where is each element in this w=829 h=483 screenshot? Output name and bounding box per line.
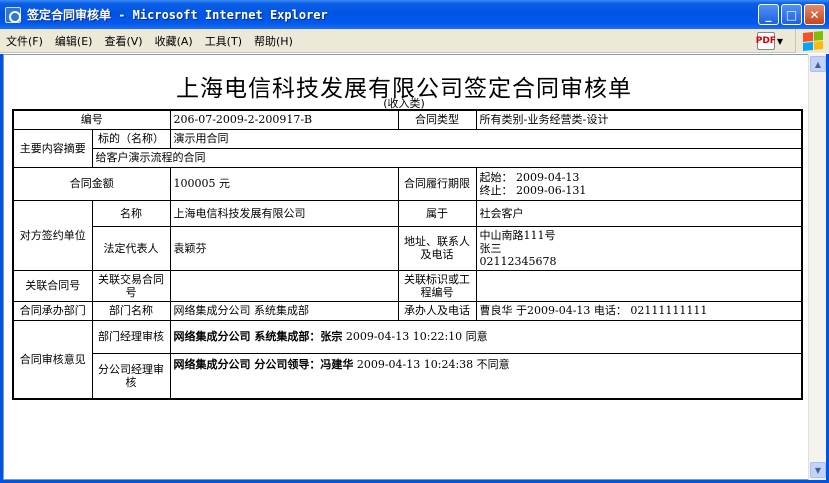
value-number: 206-07-2009-2-200917-B <box>169 109 399 130</box>
period-end: 终止： 2009-06-131 <box>479 183 587 197</box>
dept-manager-time: 2009-04-13 10:22:10 同意 <box>342 330 488 343</box>
value-phone: 02112345678 <box>479 254 557 268</box>
windows-logo <box>795 29 829 53</box>
label-amount: 合同金额 <box>12 166 171 201</box>
value-handler: 曹良华 于2009-04-13 电话： 02111111111 <box>475 300 803 321</box>
value-address: 中山南路111号 <box>479 228 556 242</box>
value-address-contact: 中山南路111号 张三 02112345678 <box>475 225 803 271</box>
close-button[interactable]: ✕ <box>804 4 825 25</box>
label-related-project: 关联标识或工程编号 <box>397 269 477 302</box>
value-branch-manager: 网络集成分公司 分公司领导：冯建华 2009-04-13 10:24:38 不同… <box>169 352 803 400</box>
label-dept-undertake: 合同承办部门 <box>12 300 93 321</box>
window-controls: _ □ ✕ <box>758 4 825 25</box>
value-dept-manager: 网络集成分公司 系统集成部：张宗 2009-04-13 10:22:10 同意 <box>169 319 803 354</box>
menu-right-area: PDF ▼ <box>756 29 829 53</box>
label-subject: 标的（名称） <box>91 128 171 149</box>
label-branch-manager: 分公司经理审核 <box>91 352 171 400</box>
page-content: 上海电信科技发展有限公司签定合同审核单 (收入类) 编号 206-07-2009… <box>3 54 810 480</box>
menu-file[interactable]: 文件(F) <box>6 33 43 49</box>
scroll-down-icon[interactable]: ▼ <box>810 462 826 478</box>
table-row: 对方签约单位 名称 上海电信科技发展有限公司 属于 社会客户 <box>12 199 803 271</box>
label-dept-name: 部门名称 <box>91 300 171 321</box>
table-row: 合同承办部门 部门名称 网络集成分公司 系统集成部 承办人及电话 曹良华 于20… <box>12 300 803 321</box>
label-review: 合同审核意见 <box>12 319 93 400</box>
label-counterparty: 对方签约单位 <box>12 199 93 271</box>
label-name: 名称 <box>91 199 171 227</box>
chevron-down-icon[interactable]: ▼ <box>777 37 783 46</box>
label-summary: 主要内容摘要 <box>12 128 93 168</box>
value-counterparty-name: 上海电信科技发展有限公司 <box>169 199 399 227</box>
value-contract-type: 所有类别-业务经营类-设计 <box>475 109 803 130</box>
review-form-table: 编号 206-07-2009-2-200917-B 合同类型 所有类别-业务经营… <box>12 109 803 400</box>
menu-bar: 文件(F) 编辑(E) 查看(V) 收藏(A) 工具(T) 帮助(H) PDF … <box>0 29 829 53</box>
value-period: 起始： 2009-04-13 终止： 2009-06-131 <box>475 166 803 201</box>
label-handler: 承办人及电话 <box>397 300 477 321</box>
value-subject: 演示用合同 <box>169 128 803 149</box>
table-row: 合同审核意见 部门经理审核 网络集成分公司 系统集成部：张宗 2009-04-1… <box>12 319 803 400</box>
menu-edit[interactable]: 编辑(E) <box>55 33 93 49</box>
title-bar: 签定合同审核单 - Microsoft Internet Explorer _ … <box>0 0 829 29</box>
value-related-project <box>475 269 803 302</box>
table-row: 法定代表人 袁颖芬 地址、联系人及电话 中山南路111号 张三 02112345… <box>13 225 803 271</box>
label-contract-type: 合同类型 <box>397 109 477 130</box>
value-belongs: 社会客户 <box>475 199 803 227</box>
ie-icon <box>5 6 21 23</box>
branch-manager-signer: 网络集成分公司 分公司领导：冯建华 <box>173 357 354 371</box>
menu-favorites[interactable]: 收藏(A) <box>155 33 193 49</box>
window-title: 签定合同审核单 - Microsoft Internet Explorer <box>27 8 328 22</box>
table-row: 合同金额 100005 元 合同履行期限 起始： 2009-04-13 终止： … <box>12 166 803 201</box>
pdf-icon[interactable]: PDF <box>756 32 776 50</box>
value-amount: 100005 元 <box>169 166 399 201</box>
label-number: 编号 <box>12 109 171 130</box>
label-address-contact: 地址、联系人及电话 <box>397 225 477 271</box>
value-dept-name: 网络集成分公司 系统集成部 <box>169 300 399 321</box>
windows-flag-icon <box>802 30 823 52</box>
branch-manager-time: 2009-04-13 10:24:38 不同意 <box>353 357 510 371</box>
value-summary: 给客户演示流程的合同 <box>91 147 803 168</box>
menu-tools[interactable]: 工具(T) <box>205 33 242 49</box>
table-row: 分公司经理审核 网络集成分公司 分公司领导：冯建华 2009-04-13 10:… <box>13 352 803 400</box>
label-belongs: 属于 <box>397 199 477 227</box>
value-legal-rep: 袁颖芬 <box>169 225 399 271</box>
label-period: 合同履行期限 <box>397 166 477 201</box>
table-row: 给客户演示流程的合同 <box>13 147 803 168</box>
value-contact: 张三 <box>479 241 502 255</box>
value-related-deal <box>169 269 399 302</box>
menu-help[interactable]: 帮助(H) <box>254 33 293 49</box>
table-row: 编号 206-07-2009-2-200917-B 合同类型 所有类别-业务经营… <box>12 109 803 130</box>
dept-manager-signer: 网络集成分公司 系统集成部：张宗 <box>173 330 343 343</box>
scroll-up-icon[interactable]: ▲ <box>810 56 826 72</box>
maximize-button[interactable]: □ <box>781 4 802 25</box>
menu-view[interactable]: 查看(V) <box>104 33 142 49</box>
period-start: 起始： 2009-04-13 <box>479 170 580 184</box>
vertical-scrollbar[interactable]: ▲ ▼ <box>808 54 826 480</box>
label-legal-rep: 法定代表人 <box>91 225 171 271</box>
table-row: 主要内容摘要 标的（名称） 演示用合同 <box>12 128 803 168</box>
table-row: 关联合同号 关联交易合同号 关联标识或工程编号 <box>12 269 803 302</box>
label-related-deal: 关联交易合同号 <box>91 269 171 302</box>
label-related-contract: 关联合同号 <box>12 269 93 302</box>
minimize-button[interactable]: _ <box>758 4 779 25</box>
label-dept-manager: 部门经理审核 <box>91 319 171 354</box>
